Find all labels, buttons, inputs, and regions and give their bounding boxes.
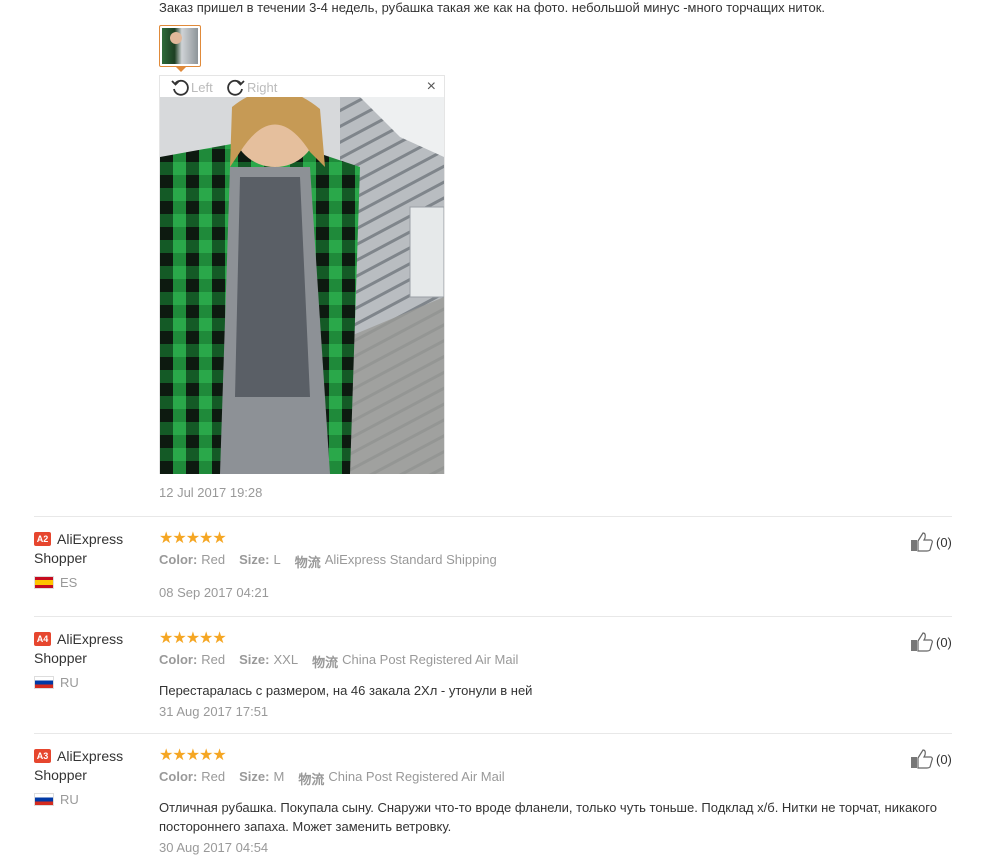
- review-photo: [160, 97, 444, 474]
- shipping-value: China Post Registered Air Mail: [342, 652, 519, 667]
- color-value: Red: [201, 552, 226, 567]
- reviewer-info: A2 AliExpress Shopper ES: [34, 530, 144, 590]
- color-label: Color:: [159, 652, 198, 667]
- close-icon[interactable]: ×: [427, 78, 436, 96]
- helpful-count: (0): [936, 751, 952, 767]
- size-label: Size:: [239, 769, 270, 784]
- color-value: Red: [201, 769, 226, 784]
- review-date: 31 Aug 2017 17:51: [159, 704, 269, 719]
- user-level-badge: A3: [34, 749, 51, 763]
- review-body: ★★★★★ Color: Red Size: M 物流 China Post Regi…: [159, 747, 939, 855]
- country-code: RU: [60, 792, 79, 807]
- helpful-button[interactable]: (0): [910, 749, 952, 769]
- thumbs-up-icon: [911, 749, 933, 769]
- color-label: Color:: [159, 769, 198, 784]
- country-code: RU: [60, 675, 79, 690]
- rotate-left-button[interactable]: Left: [170, 77, 213, 97]
- rotate-right-button[interactable]: Right: [226, 77, 277, 97]
- review-date: 30 Aug 2017 04:54: [159, 840, 269, 855]
- review-text: Отличная рубашка. Покупала сыну. Снаружи…: [159, 800, 937, 834]
- thumbnail-caret-icon: [176, 67, 186, 72]
- order-info: Color: Red Size: M 物流 China Post Registered…: [159, 769, 939, 788]
- country-code: ES: [60, 575, 78, 590]
- thumbs-up-icon: [911, 532, 933, 552]
- shipping-label: 物流: [298, 772, 325, 787]
- review-body: ★★★★★ Color: Red Size: L 物流 AliExpress Stan…: [159, 530, 939, 600]
- russia-flag-icon: [34, 793, 54, 806]
- shipping-value: AliExpress Standard Shipping: [324, 552, 497, 567]
- russia-flag-icon: [34, 676, 54, 689]
- review-text: Перестаралась с размером, на 46 закала 2…: [159, 683, 533, 698]
- shipping-value: China Post Registered Air Mail: [328, 769, 505, 784]
- photo-viewer-toolbar: Left Right ×: [160, 76, 444, 97]
- star-rating: ★★★★★: [159, 747, 227, 764]
- review-divider: [34, 616, 952, 617]
- user-level-badge: A2: [34, 532, 51, 546]
- helpful-button[interactable]: (0): [910, 532, 952, 552]
- review-text: Заказ пришел в течении 3-4 недель, рубаш…: [159, 0, 826, 15]
- review-divider: [34, 516, 952, 517]
- review-body: ★★★★★ Color: Red Size: XXL 物流 China Post Re…: [159, 630, 939, 719]
- reviewer-country: ES: [34, 575, 144, 590]
- shipping-label: 物流: [312, 655, 339, 670]
- size-label: Size:: [239, 552, 270, 567]
- size-value: M: [273, 769, 285, 784]
- reviewer-country: RU: [34, 792, 144, 807]
- size-value: L: [273, 552, 281, 567]
- rotate-left-label: Left: [191, 79, 213, 95]
- review-divider: [34, 733, 952, 734]
- helpful-count: (0): [936, 534, 952, 550]
- review-date: 12 Jul 2017 19:28: [159, 485, 263, 500]
- color-label: Color:: [159, 552, 198, 567]
- star-rating: ★★★★★: [159, 630, 227, 647]
- helpful-button[interactable]: (0): [910, 632, 952, 652]
- star-rating: ★★★★★: [159, 530, 227, 547]
- order-info: Color: Red Size: L 物流 AliExpress Standard S…: [159, 552, 939, 571]
- rotate-right-label: Right: [247, 79, 278, 95]
- reviewer-info: A4 AliExpress Shopper RU: [34, 630, 144, 690]
- review-photo-image: [160, 97, 444, 474]
- review-date: 08 Sep 2017 04:21: [159, 585, 269, 600]
- shipping-label: 物流: [294, 555, 321, 570]
- order-info: Color: Red Size: XXL 物流 China Post Register…: [159, 652, 939, 671]
- helpful-count: (0): [936, 634, 952, 650]
- size-value: XXL: [273, 652, 299, 667]
- user-level-badge: A4: [34, 632, 51, 646]
- photo-thumbnail[interactable]: [159, 25, 201, 67]
- thumbs-up-icon: [911, 632, 933, 652]
- rotate-right-icon: [227, 79, 245, 96]
- photo-viewer: Left Right ×: [159, 75, 445, 474]
- reviewer-country: RU: [34, 675, 144, 690]
- rotate-left-icon: [171, 79, 189, 96]
- reviewer-info: A3 AliExpress Shopper RU: [34, 747, 144, 807]
- size-label: Size:: [239, 652, 270, 667]
- color-value: Red: [201, 652, 226, 667]
- spain-flag-icon: [34, 576, 54, 589]
